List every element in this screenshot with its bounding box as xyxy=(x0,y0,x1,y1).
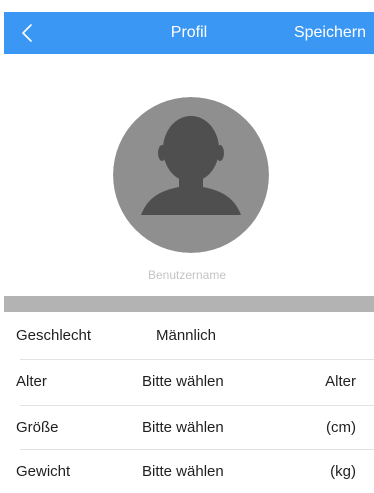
weight-label: Gewicht xyxy=(16,463,71,480)
weight-unit: (kg) xyxy=(330,463,356,480)
weight-row[interactable]: Gewicht Bitte wählen (kg) xyxy=(4,450,374,493)
top-navigation-bar: Profil Speichern xyxy=(4,12,374,54)
age-value[interactable]: Bitte wählen xyxy=(142,360,224,404)
gender-row[interactable]: Geschlecht Männlich xyxy=(4,314,374,358)
height-label: Größe xyxy=(16,419,59,436)
height-value[interactable]: Bitte wählen xyxy=(142,406,224,450)
height-unit: (cm) xyxy=(326,419,356,436)
age-row[interactable]: Alter Bitte wählen Alter xyxy=(4,360,374,404)
username-label[interactable]: Benutzername xyxy=(0,268,374,282)
profile-page: Profil Speichern Benutzername Geschlecht… xyxy=(0,0,374,493)
back-button[interactable] xyxy=(16,20,38,46)
gender-value[interactable]: Männlich xyxy=(156,314,216,358)
height-row[interactable]: Größe Bitte wählen (cm) xyxy=(4,406,374,450)
section-divider xyxy=(4,296,374,312)
save-button[interactable]: Speichern xyxy=(294,12,366,54)
age-unit: Alter xyxy=(325,373,356,390)
avatar[interactable] xyxy=(113,97,269,253)
gender-label: Geschlecht xyxy=(16,327,92,344)
weight-value[interactable]: Bitte wählen xyxy=(142,450,224,493)
user-avatar-placeholder-icon xyxy=(113,97,269,253)
chevron-left-icon xyxy=(22,24,32,42)
age-label: Alter xyxy=(16,373,47,390)
